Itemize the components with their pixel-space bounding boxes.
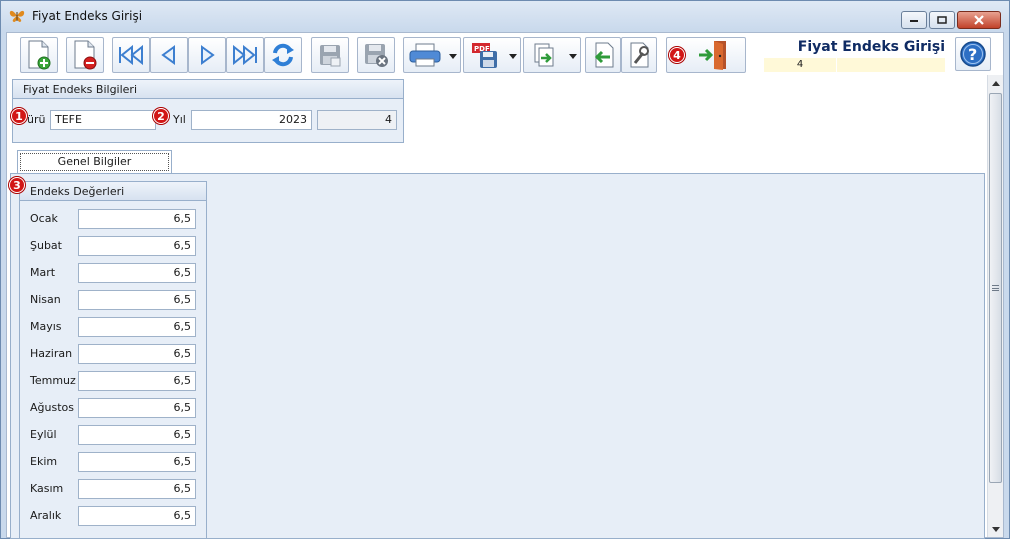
add-document-icon <box>28 40 51 70</box>
month-label: Kasım <box>30 482 64 495</box>
month-label: Nisan <box>30 293 61 306</box>
callout-badge-2: 2 <box>153 108 169 124</box>
last-icon <box>233 45 257 65</box>
month-row: Haziran 6,5 <box>20 344 206 365</box>
next-icon <box>201 45 215 65</box>
type-field[interactable]: TEFE <box>50 110 156 130</box>
maximize-button[interactable] <box>929 11 955 29</box>
callout-badge-3: 3 <box>9 177 25 193</box>
first-icon <box>119 45 143 65</box>
printer-icon <box>409 43 441 67</box>
vertical-scrollbar[interactable] <box>987 75 1003 537</box>
month-value-field[interactable]: 6,5 <box>78 425 196 445</box>
month-label: Aralık <box>30 509 62 522</box>
month-label: Mart <box>30 266 56 279</box>
year-label: Yıl <box>173 113 186 126</box>
endeks-panel-header: Endeks Değerleri <box>20 182 206 201</box>
refresh-icon <box>272 43 294 67</box>
year-field[interactable]: 2023 <box>191 110 312 130</box>
month-label: Eylül <box>30 428 57 441</box>
month-row: Mart 6,5 <box>20 263 206 284</box>
month-value-field[interactable]: 6,5 <box>78 209 196 229</box>
butterfly-icon <box>8 7 26 25</box>
settings-button[interactable] <box>621 37 657 73</box>
callout-badge-1: 1 <box>11 108 27 124</box>
save-button[interactable] <box>311 37 349 73</box>
info-panel-header: Fiyat Endeks Bilgileri <box>13 80 403 99</box>
tab-general[interactable]: Genel Bilgiler <box>17 150 172 173</box>
month-row: Aralık 6,5 <box>20 506 206 527</box>
exit-button[interactable]: 4 <box>666 37 746 73</box>
month-label: Ocak <box>30 212 58 225</box>
month-value-field[interactable]: 6,5 <box>78 506 196 526</box>
first-record-button[interactable] <box>112 37 150 73</box>
save-cancel-icon <box>365 44 388 67</box>
last-record-button[interactable] <box>226 37 264 73</box>
form-content: PDF 4 Fiyat Endeks Girişi 4 ? Fiyat Ende… <box>6 32 1004 539</box>
month-value-field[interactable]: 6,5 <box>78 317 196 337</box>
new-record-button[interactable] <box>20 37 58 73</box>
help-icon: ? <box>960 41 986 67</box>
month-label: Mayıs <box>30 320 62 333</box>
month-row: Nisan 6,5 <box>20 290 206 311</box>
scroll-up-icon[interactable] <box>988 75 1003 91</box>
minimize-button[interactable] <box>901 11 927 29</box>
record-number: 4 <box>764 58 836 72</box>
month-row: Ağustos 6,5 <box>20 398 206 419</box>
previous-icon <box>161 45 175 65</box>
toolbar: PDF 4 Fiyat Endeks Girişi 4 ? <box>7 33 1003 75</box>
month-value-field[interactable]: 6,5 <box>78 398 196 418</box>
save-icon <box>320 45 341 67</box>
id-field: 4 <box>317 110 397 130</box>
month-value-field[interactable]: 6,5 <box>78 236 196 256</box>
month-row: Eylül 6,5 <box>20 425 206 446</box>
info-panel: Fiyat Endeks Bilgileri 1 ürü TEFE 2 Yıl … <box>11 79 404 143</box>
export-button[interactable] <box>523 37 581 73</box>
month-label: Ağustos <box>30 401 74 414</box>
close-button[interactable] <box>957 11 1001 29</box>
month-value-field[interactable]: 6,5 <box>78 263 196 283</box>
month-row: Temmuz 6,5 <box>20 371 206 392</box>
cancel-save-button[interactable] <box>357 37 395 73</box>
pdf-icon: PDF <box>472 43 497 68</box>
import-icon <box>594 42 614 68</box>
help-button[interactable]: ? <box>955 37 991 71</box>
previous-record-button[interactable] <box>150 37 188 73</box>
month-row: Ocak 6,5 <box>20 209 206 230</box>
wrench-icon <box>630 42 649 68</box>
month-value-field[interactable]: 6,5 <box>78 371 196 391</box>
next-record-button[interactable] <box>188 37 226 73</box>
export-pdf-button[interactable]: PDF <box>463 37 521 73</box>
month-row: Mayıs 6,5 <box>20 317 206 338</box>
form-title: Fiyat Endeks Girişi <box>797 39 945 55</box>
month-label: Temmuz <box>30 374 76 387</box>
title-bar[interactable]: Fiyat Endeks Girişi <box>1 1 1009 31</box>
window-title: Fiyat Endeks Girişi <box>32 9 143 23</box>
month-row: Şubat 6,5 <box>20 236 206 257</box>
type-label: ürü <box>27 113 46 126</box>
month-row: Kasım 6,5 <box>20 479 206 500</box>
endeks-panel: Endeks Değerleri Ocak 6,5 Şubat 6,5 Mart 6,5 N… <box>19 181 207 539</box>
print-button[interactable] <box>403 37 461 73</box>
month-value-field[interactable]: 6,5 <box>78 452 196 472</box>
svg-text:?: ? <box>968 45 977 64</box>
month-row: Ekim 6,5 <box>20 452 206 473</box>
month-value-field[interactable]: 6,5 <box>78 290 196 310</box>
export-icon <box>534 43 554 67</box>
scroll-down-icon[interactable] <box>988 521 1003 537</box>
refresh-button[interactable] <box>264 37 302 73</box>
exit-door-icon <box>699 41 726 70</box>
callout-badge-4: 4 <box>669 47 685 63</box>
delete-document-icon <box>74 40 97 70</box>
delete-record-button[interactable] <box>66 37 104 73</box>
month-label: Ekim <box>30 455 58 468</box>
record-info-box <box>837 58 945 72</box>
month-value-field[interactable]: 6,5 <box>78 344 196 364</box>
app-window: Fiyat Endeks Girişi PDF 4 Fiyat Endeks G… <box>0 0 1010 539</box>
import-button[interactable] <box>585 37 621 73</box>
month-label: Haziran <box>30 347 73 360</box>
month-value-field[interactable]: 6,5 <box>78 479 196 499</box>
month-label: Şubat <box>30 239 62 252</box>
scrollbar-thumb[interactable] <box>989 93 1002 483</box>
